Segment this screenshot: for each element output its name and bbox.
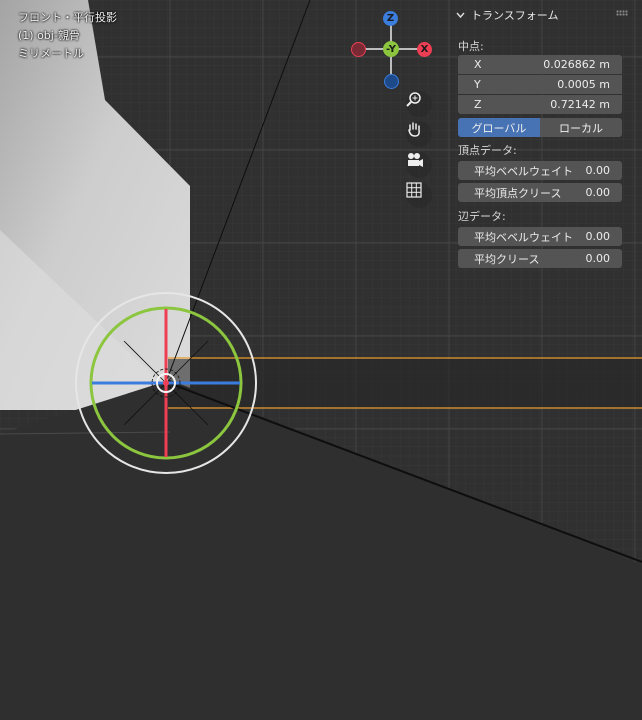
field-value: 0.00 bbox=[585, 164, 611, 177]
panel-header[interactable]: トランスフォーム bbox=[456, 7, 558, 23]
global-toggle[interactable]: グローバル bbox=[458, 118, 540, 137]
field-label: 平均頂点クリース bbox=[474, 186, 562, 200]
median-x-field[interactable]: X 0.026862 m bbox=[458, 55, 622, 74]
transform-panel: トランスフォーム 中点: X 0.026862 m Y 0.0005 m Z 0… bbox=[448, 0, 642, 280]
local-toggle[interactable]: ローカル bbox=[540, 118, 622, 137]
drag-handle-icon[interactable] bbox=[616, 10, 628, 16]
field-value: 0.00 bbox=[585, 252, 611, 265]
median-z-axis: Z bbox=[474, 98, 482, 111]
field-value: 0.00 bbox=[585, 186, 611, 199]
gizmo-x-axis[interactable]: X bbox=[417, 42, 432, 57]
unit-label: ミリメートル bbox=[18, 47, 84, 60]
field-label: 平均クリース bbox=[474, 252, 540, 266]
field-value: 0.00 bbox=[585, 230, 611, 243]
rotate-gizmo[interactable] bbox=[75, 292, 257, 474]
median-z-field[interactable]: Z 0.72142 m bbox=[458, 95, 622, 114]
gizmo-neg-x-axis[interactable] bbox=[351, 42, 366, 57]
vertex-crease-field[interactable]: 平均頂点クリース 0.00 bbox=[458, 183, 622, 202]
gizmo-neg-z-axis[interactable] bbox=[384, 74, 399, 89]
edge-bevel-weight-field[interactable]: 平均ベベルウェイト 0.00 bbox=[458, 227, 622, 246]
hand-icon[interactable] bbox=[406, 121, 432, 147]
field-label: 平均ベベルウェイト bbox=[474, 230, 573, 244]
field-label: 平均ベベルウェイト bbox=[474, 164, 573, 178]
median-y-field[interactable]: Y 0.0005 m bbox=[458, 75, 622, 94]
camera-icon[interactable] bbox=[406, 152, 432, 178]
vertex-bevel-weight-field[interactable]: 平均ベベルウェイト 0.00 bbox=[458, 161, 622, 180]
median-label: 中点: bbox=[458, 40, 484, 53]
edge-crease-field[interactable]: 平均クリース 0.00 bbox=[458, 249, 622, 268]
axis-gizmo[interactable]: Z -Y X bbox=[346, 8, 436, 92]
median-y-value: 0.0005 m bbox=[557, 78, 610, 91]
median-y-axis: Y bbox=[474, 78, 481, 91]
grid-icon[interactable] bbox=[406, 182, 432, 208]
view-name: フロント・平行投影 bbox=[18, 11, 117, 24]
chevron-down-icon[interactable] bbox=[456, 12, 465, 19]
median-x-axis: X bbox=[474, 58, 482, 71]
gizmo-z-axis[interactable]: Z bbox=[383, 11, 398, 26]
panel-title: トランスフォーム bbox=[471, 9, 559, 22]
median-z-value: 0.72142 m bbox=[550, 98, 610, 111]
vertex-data-label: 頂点データ: bbox=[458, 144, 517, 157]
median-x-value: 0.026862 m bbox=[543, 58, 610, 71]
object-info: (1) obj-親骨 bbox=[18, 29, 80, 42]
zoom-icon[interactable] bbox=[406, 91, 432, 117]
edge-data-label: 辺データ: bbox=[458, 210, 506, 223]
gizmo-neg-y-axis[interactable]: -Y bbox=[383, 41, 399, 57]
